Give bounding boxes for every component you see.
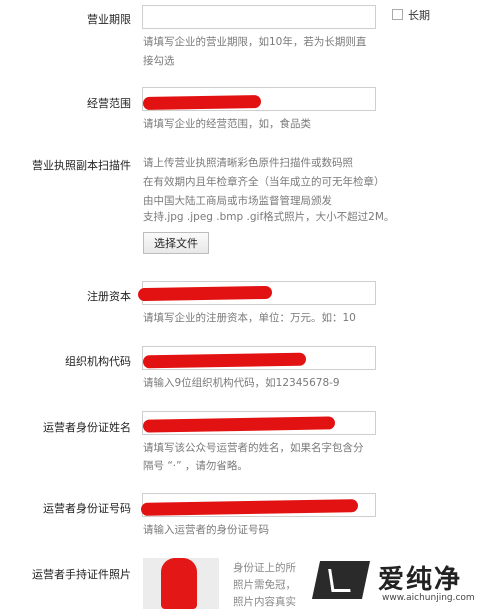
operator-photo-preview[interactable] — [143, 558, 219, 609]
choose-file-button[interactable]: 选择文件 — [143, 232, 209, 254]
scope-hint: 请填写企业的经营范围，如，食品类 — [143, 118, 311, 130]
operator-id-hint: 请输入运营者的身份证号码 — [143, 524, 269, 536]
org-code-hint: 请输入9位组织机构代码，如12345678-9 — [143, 377, 340, 389]
term-input[interactable] — [142, 5, 376, 29]
scope-label: 经营范围 — [87, 97, 131, 110]
license-label: 营业执照副本扫描件 — [32, 159, 131, 172]
term-hint-line2: 接勾选 — [143, 55, 175, 67]
license-hint-line4: 支持.jpg .jpeg .bmp .gif格式照片，大小不超过2M。 — [143, 211, 395, 223]
operator-name-hint-line2: 隔号 “·” ，请勿省略。 — [143, 460, 248, 472]
photo-redaction — [161, 558, 197, 609]
watermark-logo-icon — [311, 561, 371, 599]
capital-hint: 请填写企业的注册资本，单位：万元。如：10 — [143, 312, 356, 324]
license-hint-line1: 请上传营业执照清晰彩色原件扫描件或数码照 — [143, 157, 353, 169]
scope-redaction — [142, 94, 262, 111]
license-hint-line2: 在有效期内且年检章齐全（当年成立的可无年检章） — [143, 176, 385, 188]
operator-name-hint-line1: 请填写该公众号运营者的姓名，如果名字包含分 — [143, 442, 364, 454]
long-term-checkbox[interactable] — [392, 9, 403, 20]
term-hint-line1: 请填写企业的营业期限，如10年，若为长期则直 — [143, 36, 367, 48]
operator-name-label: 运营者身份证姓名 — [43, 421, 131, 434]
watermark: 爱纯净 www.aichunjing.com — [308, 555, 500, 609]
operator-photo-label: 运营者手持证件照片 — [32, 568, 131, 581]
long-term-label: 长期 — [408, 9, 430, 22]
capital-redaction — [137, 285, 273, 302]
watermark-name: 爱纯净 — [378, 565, 463, 595]
watermark-url: www.aichunjing.com — [382, 593, 475, 603]
operator-id-label: 运营者身份证号码 — [43, 502, 131, 515]
capital-label: 注册资本 — [87, 290, 131, 303]
term-label: 营业期限 — [87, 13, 131, 26]
org-code-label: 组织机构代码 — [65, 355, 131, 368]
